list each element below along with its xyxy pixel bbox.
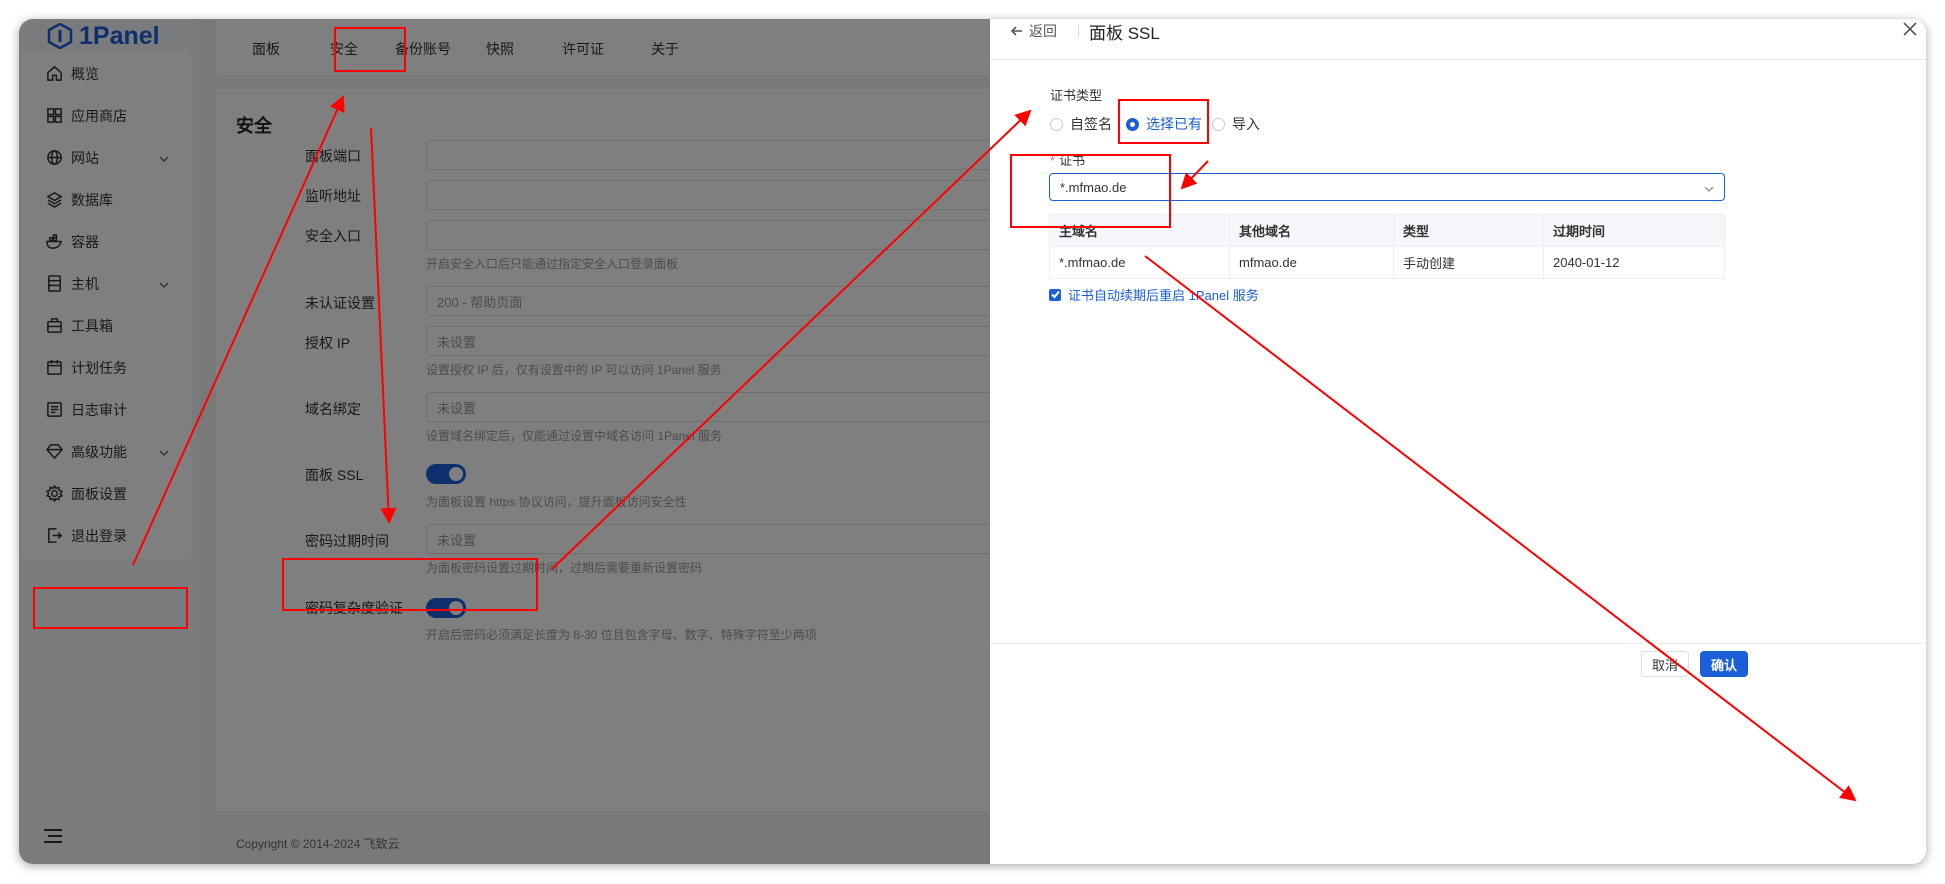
cert-label-text: 证书 [1059,153,1086,168]
cert-detail-table: 主域名 其他域名 类型 过期时间 *.mfmao.de mfmao.de 手动创… [1049,214,1725,279]
cert-label: * 证书 [1050,153,1086,168]
table-cell: *.mfmao.de [1049,246,1230,279]
radio-self-signed[interactable]: 自签名 [1050,114,1112,134]
panel-ssl-drawer: 返回 面板 SSL 证书类型 自签名 选择已有 导入 * 证书 *.mfmao.d… [990,19,1926,864]
footer-divider [990,643,1926,644]
arrow-left-icon [1011,26,1022,36]
cert-select-value: *.mfmao.de [1060,179,1127,195]
radio-label: 自签名 [1070,116,1112,132]
radio-circle [1126,117,1139,131]
chevron-down-icon [1704,182,1714,193]
back-button[interactable]: 返回 [1011,21,1057,41]
radio-label: 选择已有 [1146,116,1202,132]
cancel-button[interactable]: 取消 [1641,651,1689,677]
drawer-backdrop[interactable] [19,19,990,864]
header-divider [1078,24,1079,38]
drawer-header: 返回 面板 SSL [990,19,1926,60]
radio-label: 导入 [1232,116,1260,132]
close-icon[interactable] [1902,21,1918,37]
table-cell: 手动创建 [1393,246,1544,279]
table-cell: mfmao.de [1229,246,1394,279]
table-header: 主域名 [1049,214,1230,247]
table-header: 过期时间 [1543,214,1725,247]
table-header: 其他域名 [1229,214,1394,247]
radio-circle [1212,117,1225,131]
radio-select-existing[interactable]: 选择已有 [1126,114,1202,134]
table-row: *.mfmao.de mfmao.de 手动创建 2040-01-12 [1049,246,1725,279]
table-cell: 2040-01-12 [1543,246,1725,279]
confirm-button[interactable]: 确认 [1700,651,1748,677]
app-window: 1Panel 概览 应用商店 网站 数据库 容器 主机 [19,19,1926,864]
back-label: 返回 [1029,23,1057,39]
auto-restart-checkbox[interactable]: 证书自动续期后重启 1Panel 服务 [1049,285,1259,304]
drawer-title: 面板 SSL [1089,24,1160,43]
auto-restart-label: 证书自动续期后重启 1Panel 服务 [1068,288,1259,303]
cert-select[interactable]: *.mfmao.de [1049,173,1725,201]
radio-import[interactable]: 导入 [1212,114,1260,134]
table-header: 类型 [1393,214,1544,247]
cert-type-label: 证书类型 [1050,88,1103,103]
radio-circle [1050,117,1063,131]
check-icon [1049,288,1061,301]
